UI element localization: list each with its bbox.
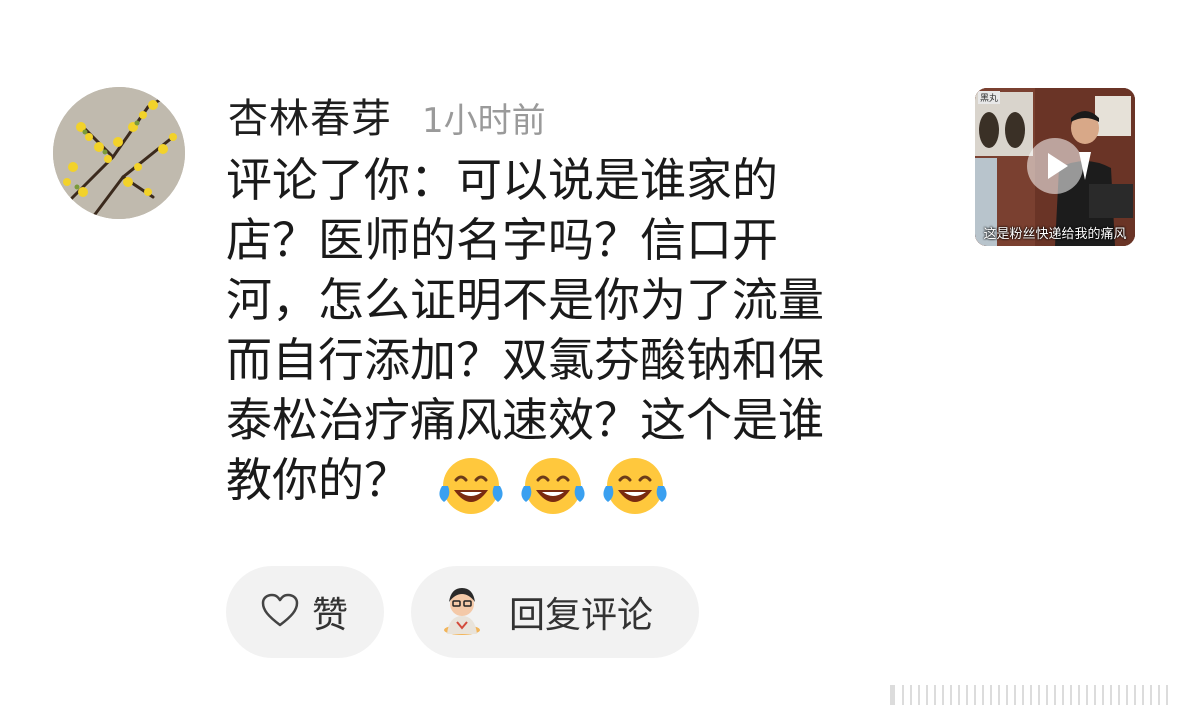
timestamp: 1小时前 <box>422 101 546 141</box>
video-thumbnail[interactable]: 黑丸 这是粉丝快递给我的痛风 <box>975 88 1135 246</box>
comment-line-last: 教你的？ <box>226 450 926 514</box>
comment-line: 而自行添加？双氯芬酸钠和保 <box>226 333 824 387</box>
laughing-crying-emoji-icon <box>434 452 508 516</box>
comment-line: 店？医师的名字吗？信口开 <box>226 213 778 267</box>
play-icon[interactable] <box>1027 138 1083 194</box>
emoji-row <box>434 452 672 516</box>
comment-line: 河，怎么证明不是你为了流量 <box>226 273 824 327</box>
thumbnail-corner-label: 黑丸 <box>978 91 1001 104</box>
comment-body[interactable]: 评论了你：可以说是谁家的 店？医师的名字吗？信口开 河，怎么证明不是你为了流量 … <box>226 150 926 514</box>
comment-header: 杏林春芽 1小时前 <box>228 86 546 142</box>
thumbnail-caption: 这是粉丝快递给我的痛风 <box>983 227 1127 242</box>
heart-icon <box>260 592 300 632</box>
reply-label: 回复评论 <box>509 595 654 636</box>
comment-line: 评论了你：可以说是谁家的 <box>226 153 778 207</box>
user-avatar[interactable] <box>53 87 185 219</box>
like-button[interactable]: 赞 <box>226 566 384 658</box>
reply-comment-button[interactable]: 回复评论 <box>411 566 699 658</box>
laughing-crying-emoji-icon <box>516 452 590 516</box>
username[interactable]: 杏林春芽 <box>228 86 392 144</box>
comment-line: 泰松治疗痛风速效？这个是谁 <box>226 393 824 447</box>
comment-line-text: 教你的？ <box>226 453 410 507</box>
like-label: 赞 <box>312 595 349 636</box>
watermark-stripes <box>880 681 1180 709</box>
laughing-crying-emoji-icon <box>598 452 672 516</box>
user-avatar-small-icon <box>439 584 485 640</box>
